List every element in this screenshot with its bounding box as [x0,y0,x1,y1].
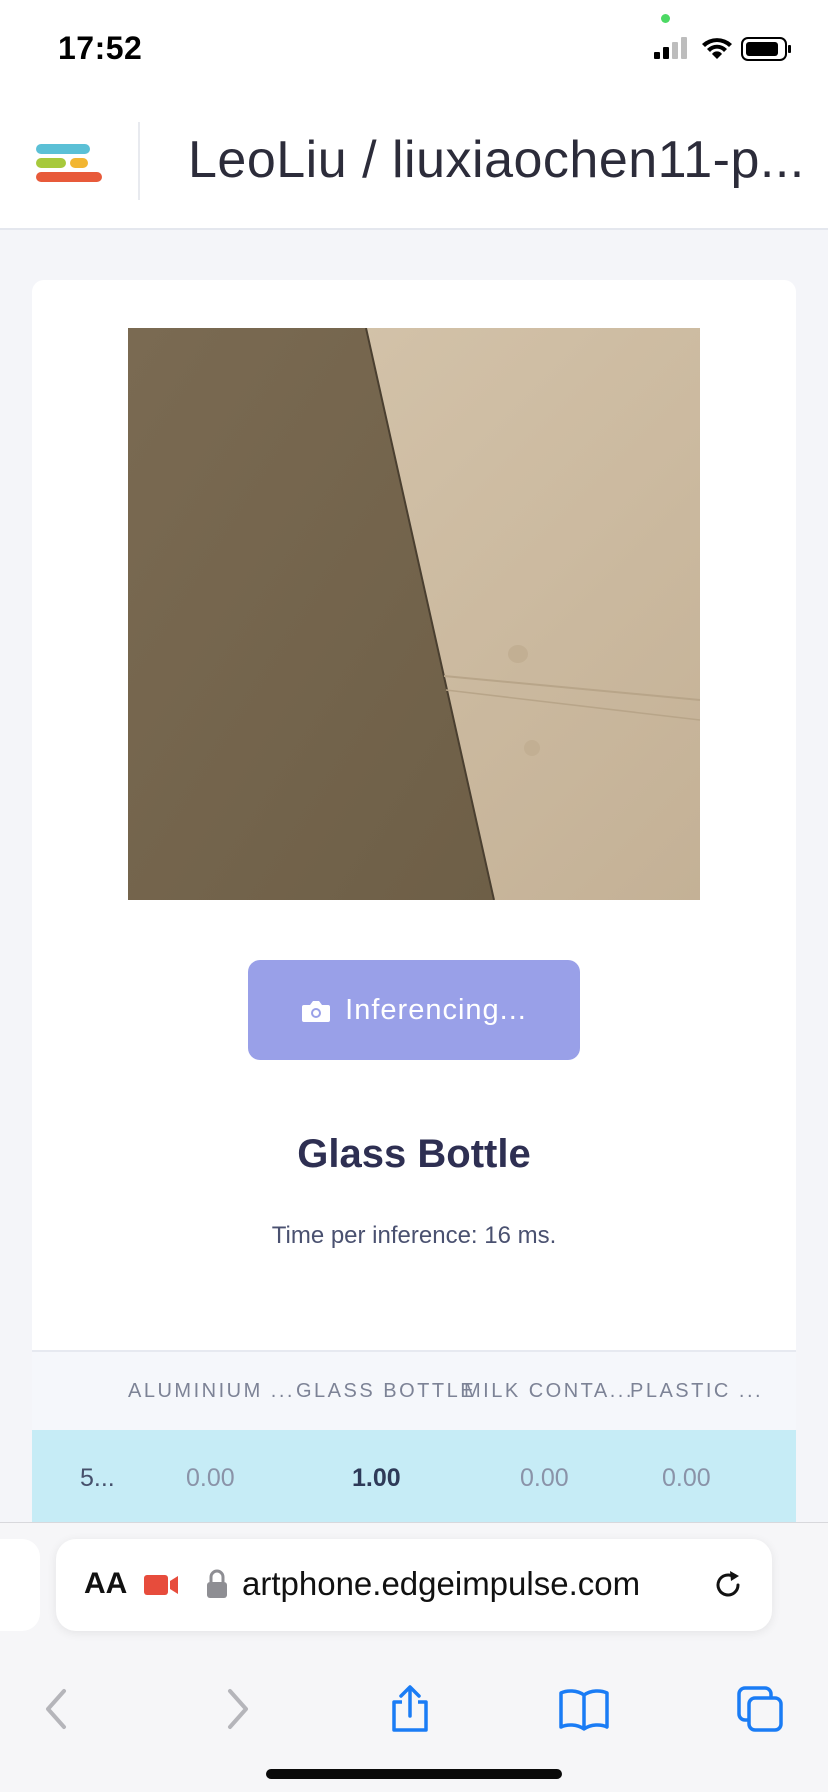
column-header-aluminium: ALUMINIUM ... [128,1380,295,1402]
previous-tab-peek[interactable] [0,1539,40,1631]
share-icon[interactable] [380,1679,440,1739]
row-timestamp-cell: 5... [80,1464,115,1492]
table-row: 5... 0.00 1.00 0.00 0.00 [32,1430,796,1530]
aluminium-score-cell: 0.00 [186,1464,235,1492]
tabs-icon[interactable] [730,1679,790,1739]
inferencing-button[interactable]: Inferencing... [248,960,580,1060]
address-bar[interactable]: AA artphone.edgeimpulse.com [56,1539,772,1631]
wifi-icon [702,38,732,59]
status-icons [650,34,800,64]
forward-icon[interactable] [206,1679,266,1739]
status-bar: 17:52 [0,0,828,100]
lock-icon [206,1569,228,1599]
text-size-button[interactable]: AA [84,1567,127,1601]
home-indicator[interactable] [266,1769,562,1779]
status-time: 17:52 [58,30,143,66]
header-divider [138,122,140,200]
column-header-glass-bottle: GLASS BOTTLE [296,1380,477,1402]
browser-toolbar: AA artphone.edgeimpulse.com [0,1522,828,1792]
camera-preview [128,328,700,900]
url-text[interactable]: artphone.edgeimpulse.com [242,1565,640,1603]
back-icon[interactable] [28,1679,88,1739]
classification-result: Glass Bottle [297,1132,531,1176]
inference-timing: Time per inference: 16 ms. [271,1222,557,1249]
glass-bottle-score-cell: 1.00 [352,1464,401,1492]
results-table-header: ALUMINIUM ... GLASS BOTTLE MILK CONTA...… [32,1350,796,1430]
app-header: LeoLiu / liuxiaochen11-p... [0,100,828,230]
column-header-plastic: PLASTIC ... [630,1380,764,1402]
privacy-indicator-dot [661,14,670,23]
cellular-signal-icon [654,37,687,59]
project-title: LeoLiu / liuxiaochen11-p... [188,131,805,189]
camera-recording-icon[interactable] [144,1573,180,1597]
camera-icon [301,998,331,1022]
classification-card: Inferencing... Glass Bottle Time per inf… [32,280,796,1580]
bookmarks-icon[interactable] [554,1679,614,1739]
edge-impulse-logo-icon[interactable] [34,138,106,192]
battery-icon [741,37,791,61]
column-header-milk-container: MILK CONTA... [464,1380,634,1402]
inferencing-button-label: Inferencing... [345,993,527,1026]
milk-container-score-cell: 0.00 [520,1464,569,1492]
plastic-score-cell: 0.00 [662,1464,711,1492]
reload-icon[interactable] [710,1567,746,1603]
